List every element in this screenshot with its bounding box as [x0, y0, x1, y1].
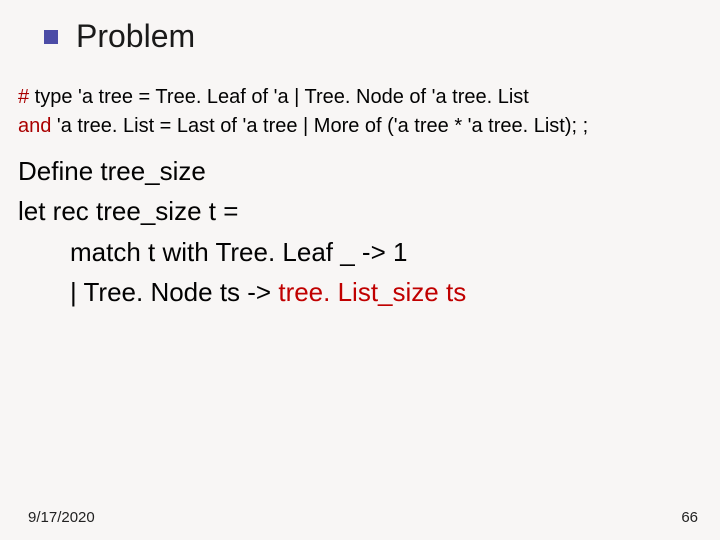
body-line-4: | Tree. Node ts -> tree. List_size ts — [18, 272, 704, 312]
code-body: Define tree_size let rec tree_size t = m… — [18, 151, 704, 312]
slide-footer: 9/17/2020 66 — [0, 509, 720, 526]
type-line-1: # type 'a tree = Tree. Leaf of 'a | Tree… — [18, 83, 704, 112]
type-line-1-text: type 'a tree = Tree. Leaf of 'a | Tree. … — [29, 86, 529, 108]
slide-title: Problem — [76, 18, 195, 55]
and-keyword: and — [18, 115, 51, 137]
hash-prompt: # — [18, 86, 29, 108]
body-line-4-highlight: tree. List_size ts — [278, 277, 466, 307]
footer-date: 9/17/2020 — [28, 509, 95, 526]
slide-content: # type 'a tree = Tree. Leaf of 'a | Tree… — [0, 59, 720, 312]
type-line-2: and 'a tree. List = Last of 'a tree | Mo… — [18, 112, 704, 141]
type-line-2-text: 'a tree. List = Last of 'a tree | More o… — [51, 115, 588, 137]
slide-header: Problem — [0, 0, 720, 59]
title-bullet — [44, 30, 58, 44]
body-line-2: let rec tree_size t = — [18, 191, 704, 231]
body-line-1: Define tree_size — [18, 151, 704, 191]
body-line-3: match t with Tree. Leaf _ -> 1 — [18, 232, 704, 272]
body-line-4-pre: | Tree. Node ts -> — [70, 277, 278, 307]
footer-page-number: 66 — [681, 509, 698, 526]
type-definition: # type 'a tree = Tree. Leaf of 'a | Tree… — [18, 83, 704, 141]
